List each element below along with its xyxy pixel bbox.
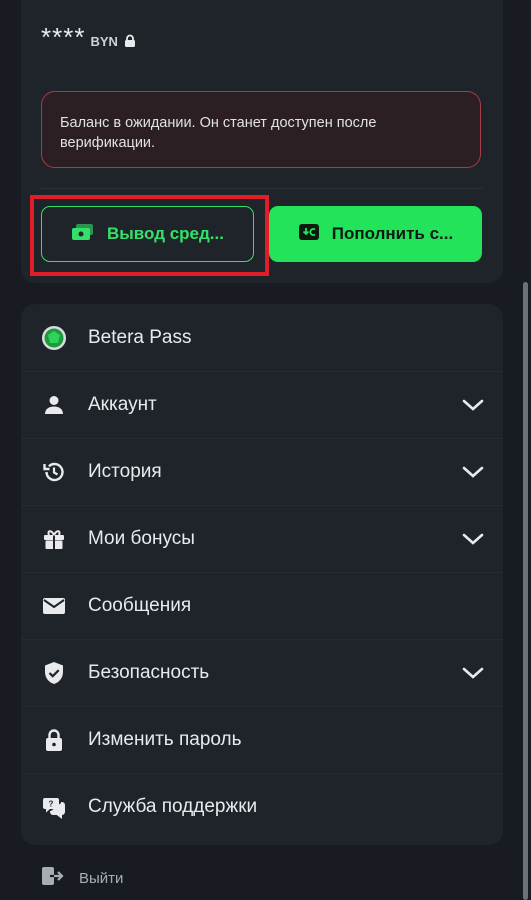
logout-label: Выйти (79, 869, 124, 887)
menu-item-label: Аккаунт (88, 394, 157, 415)
history-icon (41, 459, 67, 485)
logout-icon (41, 865, 65, 891)
menu-item-history[interactable]: История (21, 438, 503, 505)
menu-item-label: Безопасность (88, 662, 210, 683)
user-icon (41, 392, 67, 418)
menu-item-label: Сообщения (88, 595, 192, 616)
chevron-down-icon[interactable] (461, 666, 485, 680)
deposit-button[interactable]: Пополнить с... (269, 206, 482, 262)
menu-item-label: Изменить пароль (88, 729, 242, 750)
menu-item-support[interactable]: ? Служба поддержки (21, 773, 503, 840)
menu-item-bonuses[interactable]: Мои бонусы (21, 505, 503, 572)
logout-button[interactable]: Выйти (41, 865, 123, 891)
menu-item-label: Мои бонусы (88, 528, 195, 549)
menu-item-label: Betera Pass (88, 326, 192, 348)
mail-icon (41, 593, 67, 619)
chevron-down-icon[interactable] (461, 398, 485, 412)
menu-item-change-password[interactable]: Изменить пароль (21, 706, 503, 773)
chevron-down-icon[interactable] (461, 532, 485, 546)
menu-item-label: Служба поддержки (88, 796, 258, 817)
menu-item-betera-pass[interactable]: Betera Pass (21, 304, 503, 371)
balance-currency: BYN (90, 34, 118, 49)
scrollbar[interactable] (523, 282, 528, 900)
deposit-label: Пополнить с... (331, 224, 454, 243)
deposit-icon (298, 223, 320, 246)
lock-icon (123, 34, 137, 50)
support-chat-icon: ? (41, 794, 67, 820)
betera-pass-icon (41, 325, 67, 351)
shield-icon (41, 660, 67, 686)
chevron-down-icon[interactable] (461, 465, 485, 479)
svg-text:?: ? (49, 800, 54, 809)
account-menu: Betera Pass Аккаунт История Мои бонусы С… (21, 304, 503, 845)
menu-item-security[interactable]: Безопасность (21, 639, 503, 706)
menu-item-label: История (88, 461, 162, 482)
pending-balance-notice: Баланс в ожидании. Он станет доступен по… (41, 91, 481, 168)
highlight-frame (30, 195, 269, 276)
lock-icon (41, 727, 67, 753)
menu-item-messages[interactable]: Сообщения (21, 572, 503, 639)
gift-icon (41, 526, 67, 552)
menu-item-account[interactable]: Аккаунт (21, 371, 503, 438)
balance-amount: **** (41, 22, 86, 52)
divider (41, 188, 483, 189)
balance-row: **** BYN (41, 24, 137, 50)
